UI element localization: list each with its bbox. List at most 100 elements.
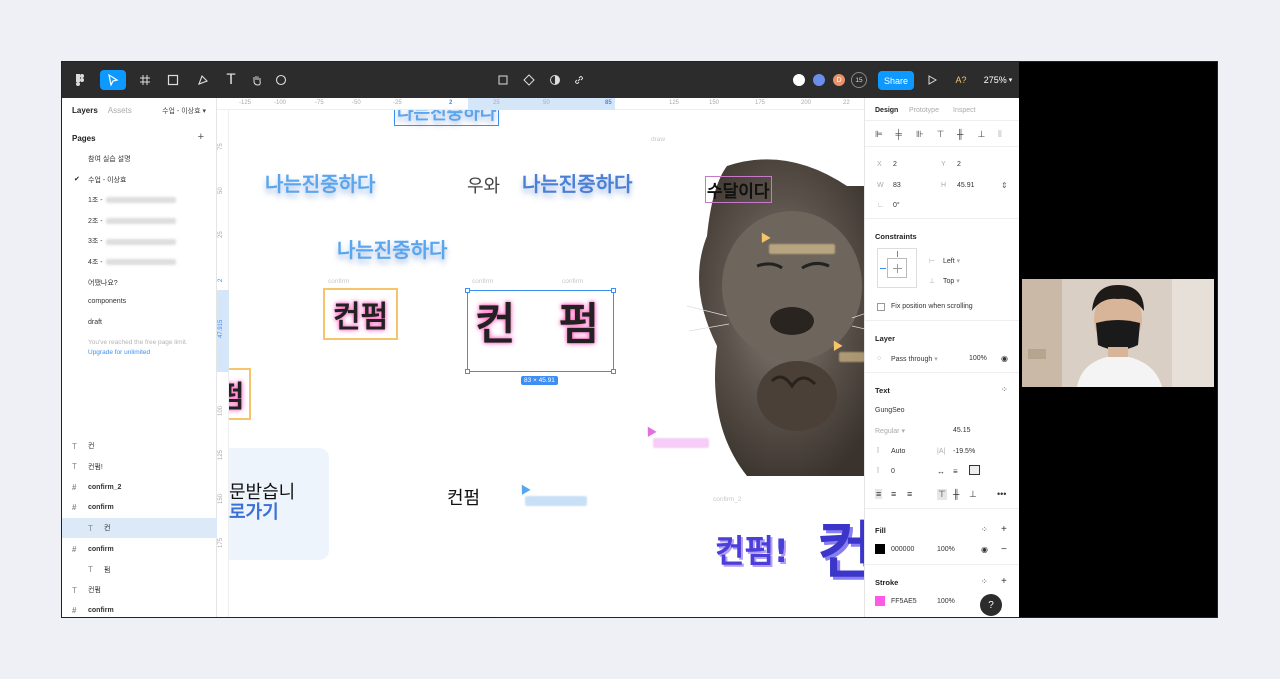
width-field[interactable]: 83 <box>893 182 901 189</box>
crop-icon[interactable] <box>494 70 512 90</box>
stroke-hex-field[interactable]: FF5AE5 <box>891 598 917 605</box>
align-center-v-icon[interactable]: ╫ <box>957 129 963 139</box>
upgrade-link[interactable]: Upgrade for unlimited <box>88 348 188 358</box>
fill-swatch[interactable] <box>875 544 885 554</box>
blend-mode-dropdown[interactable]: Pass through ▾ <box>891 355 938 363</box>
shape-tool-icon[interactable] <box>162 70 184 90</box>
zoom-dropdown[interactable]: 275% ▾ <box>980 70 1016 90</box>
x-field[interactable]: 2 <box>893 161 897 168</box>
page-item[interactable]: 1조 - <box>88 195 176 205</box>
canvas[interactable]: 나는진중하다 나는진중하다 우와 나는진중하다 나는진중하다 수달이다 컨펌 펌… <box>217 98 864 617</box>
layer-opacity-field[interactable]: 100% <box>969 355 987 362</box>
distribute-icon[interactable]: ⫴ <box>998 129 1002 140</box>
layer-row[interactable]: # confirm <box>62 539 217 559</box>
text-align-top-icon[interactable]: ⊤ <box>937 489 947 500</box>
tab-assets[interactable]: Assets <box>108 106 132 115</box>
comment-tool-icon[interactable] <box>272 70 290 90</box>
align-right-icon[interactable]: ⊪ <box>916 129 924 140</box>
page-item[interactable]: 수업 - 이상효 <box>88 175 126 185</box>
text-tool-icon[interactable]: T <box>222 70 240 90</box>
page-item[interactable]: 3조 - <box>88 236 176 246</box>
fill-hex-field[interactable]: 000000 <box>891 546 914 553</box>
align-center-h-icon[interactable]: ╪ <box>896 129 902 139</box>
layer-row[interactable]: T펌 <box>62 560 217 580</box>
visibility-eye-icon[interactable]: ◉ <box>1001 354 1008 363</box>
layer-row[interactable]: T컨 <box>62 518 217 539</box>
page-item[interactable]: 어땠나요? <box>88 278 118 288</box>
font-family-dropdown[interactable]: GungSeo <box>875 407 905 414</box>
link-icon[interactable] <box>570 70 588 90</box>
layer-row[interactable]: # confirm <box>62 498 217 518</box>
stroke-styles-icon[interactable]: ⁘ <box>981 577 988 586</box>
page-item[interactable]: 2조 - <box>88 216 176 226</box>
auto-width-icon[interactable]: ↔ <box>937 467 945 476</box>
share-button[interactable]: Share <box>878 71 914 90</box>
frame-tool-icon[interactable] <box>134 70 156 90</box>
collaborator-avatar[interactable]: D <box>831 72 847 88</box>
present-icon[interactable] <box>924 70 940 90</box>
text-layer[interactable]: 우와 <box>467 172 500 198</box>
help-button[interactable]: ? <box>980 594 1002 616</box>
mask-icon[interactable] <box>546 70 564 90</box>
height-field[interactable]: 45.91 <box>957 182 975 189</box>
collaborator-avatar[interactable] <box>791 72 807 88</box>
text-align-bottom-icon[interactable]: ⊥ <box>969 489 977 500</box>
text-layer[interactable]: 컨 <box>817 500 864 590</box>
text-layer[interactable]: 컨펌 <box>323 288 399 340</box>
component-icon[interactable] <box>520 70 538 90</box>
ai-assistant-button[interactable]: A? <box>952 70 970 90</box>
auto-height-icon[interactable]: ≡ <box>953 467 958 476</box>
collaborator-avatar[interactable] <box>811 72 827 88</box>
page-item[interactable]: 4조 - <box>88 257 176 267</box>
text-align-center-icon[interactable]: ≡ <box>891 489 896 499</box>
page-item[interactable]: components <box>88 298 126 305</box>
resize-handle[interactable] <box>611 369 616 374</box>
text-styles-icon[interactable]: ⁘ <box>1001 385 1008 394</box>
add-page-button[interactable]: + <box>198 131 204 143</box>
main-menu-icon[interactable] <box>70 70 92 90</box>
text-align-right-icon[interactable]: ≡ <box>907 489 912 499</box>
resize-handle[interactable] <box>611 288 616 293</box>
text-layer[interactable]: 나는진중하다 <box>265 168 375 197</box>
align-top-icon[interactable]: ⊤ <box>937 129 945 140</box>
tab-inspect[interactable]: Inspect <box>953 107 976 114</box>
layer-row[interactable]: T 컨펌! <box>62 457 217 477</box>
constraints-widget[interactable] <box>877 248 917 288</box>
layer-row[interactable]: T 컨펌 <box>62 580 217 600</box>
page-selector[interactable]: 수업 - 이상효 ▾ <box>162 106 206 116</box>
fix-position-checkbox[interactable] <box>877 303 885 311</box>
layer-row[interactable]: T컨 <box>62 436 217 456</box>
constraint-vertical-dropdown[interactable]: Top ▾ <box>943 277 960 285</box>
y-field[interactable]: 2 <box>957 161 961 168</box>
selection-box[interactable] <box>467 290 614 372</box>
line-height-field[interactable]: Auto <box>891 448 905 455</box>
stroke-opacity-field[interactable]: 100% <box>937 598 955 605</box>
page-item[interactable]: 참여 실습 설명 <box>88 154 131 164</box>
layer-row[interactable]: # confirm <box>62 601 217 617</box>
paragraph-spacing-field[interactable]: 0 <box>891 468 895 475</box>
letter-spacing-field[interactable]: -19.5% <box>953 448 975 455</box>
fill-styles-icon[interactable]: ⁘ <box>981 525 988 534</box>
rotation-field[interactable]: 0° <box>893 202 900 209</box>
text-layer[interactable]: 나는진중하다 <box>522 168 632 197</box>
resize-handle[interactable] <box>465 369 470 374</box>
more-options-icon[interactable]: ••• <box>997 489 1006 499</box>
text-align-left-icon[interactable]: ≡ <box>875 489 883 499</box>
fixed-size-icon[interactable] <box>969 465 980 475</box>
remove-fill-icon[interactable]: − <box>1001 544 1007 555</box>
font-size-field[interactable]: 45.15 <box>953 427 971 434</box>
fill-opacity-field[interactable]: 100% <box>937 546 955 553</box>
add-fill-icon[interactable]: + <box>1001 524 1007 535</box>
hand-tool-icon[interactable] <box>248 70 266 90</box>
move-tool-icon[interactable] <box>100 70 126 90</box>
text-layer[interactable]: 로가기 <box>229 498 279 524</box>
resize-handle[interactable] <box>465 288 470 293</box>
text-layer[interactable]: 나는진중하다 <box>337 234 447 263</box>
collaborator-count[interactable]: 15 <box>851 72 867 88</box>
text-layer[interactable]: 수달이다 <box>705 176 772 203</box>
constrain-proportions-icon[interactable]: ⇕ <box>1001 181 1008 190</box>
font-weight-dropdown[interactable]: Regular ▾ <box>875 427 905 435</box>
text-layer[interactable]: 컨펌! <box>715 526 788 572</box>
constraint-horizontal-dropdown[interactable]: Left ▾ <box>943 257 960 265</box>
tab-design[interactable]: Design <box>875 107 898 114</box>
